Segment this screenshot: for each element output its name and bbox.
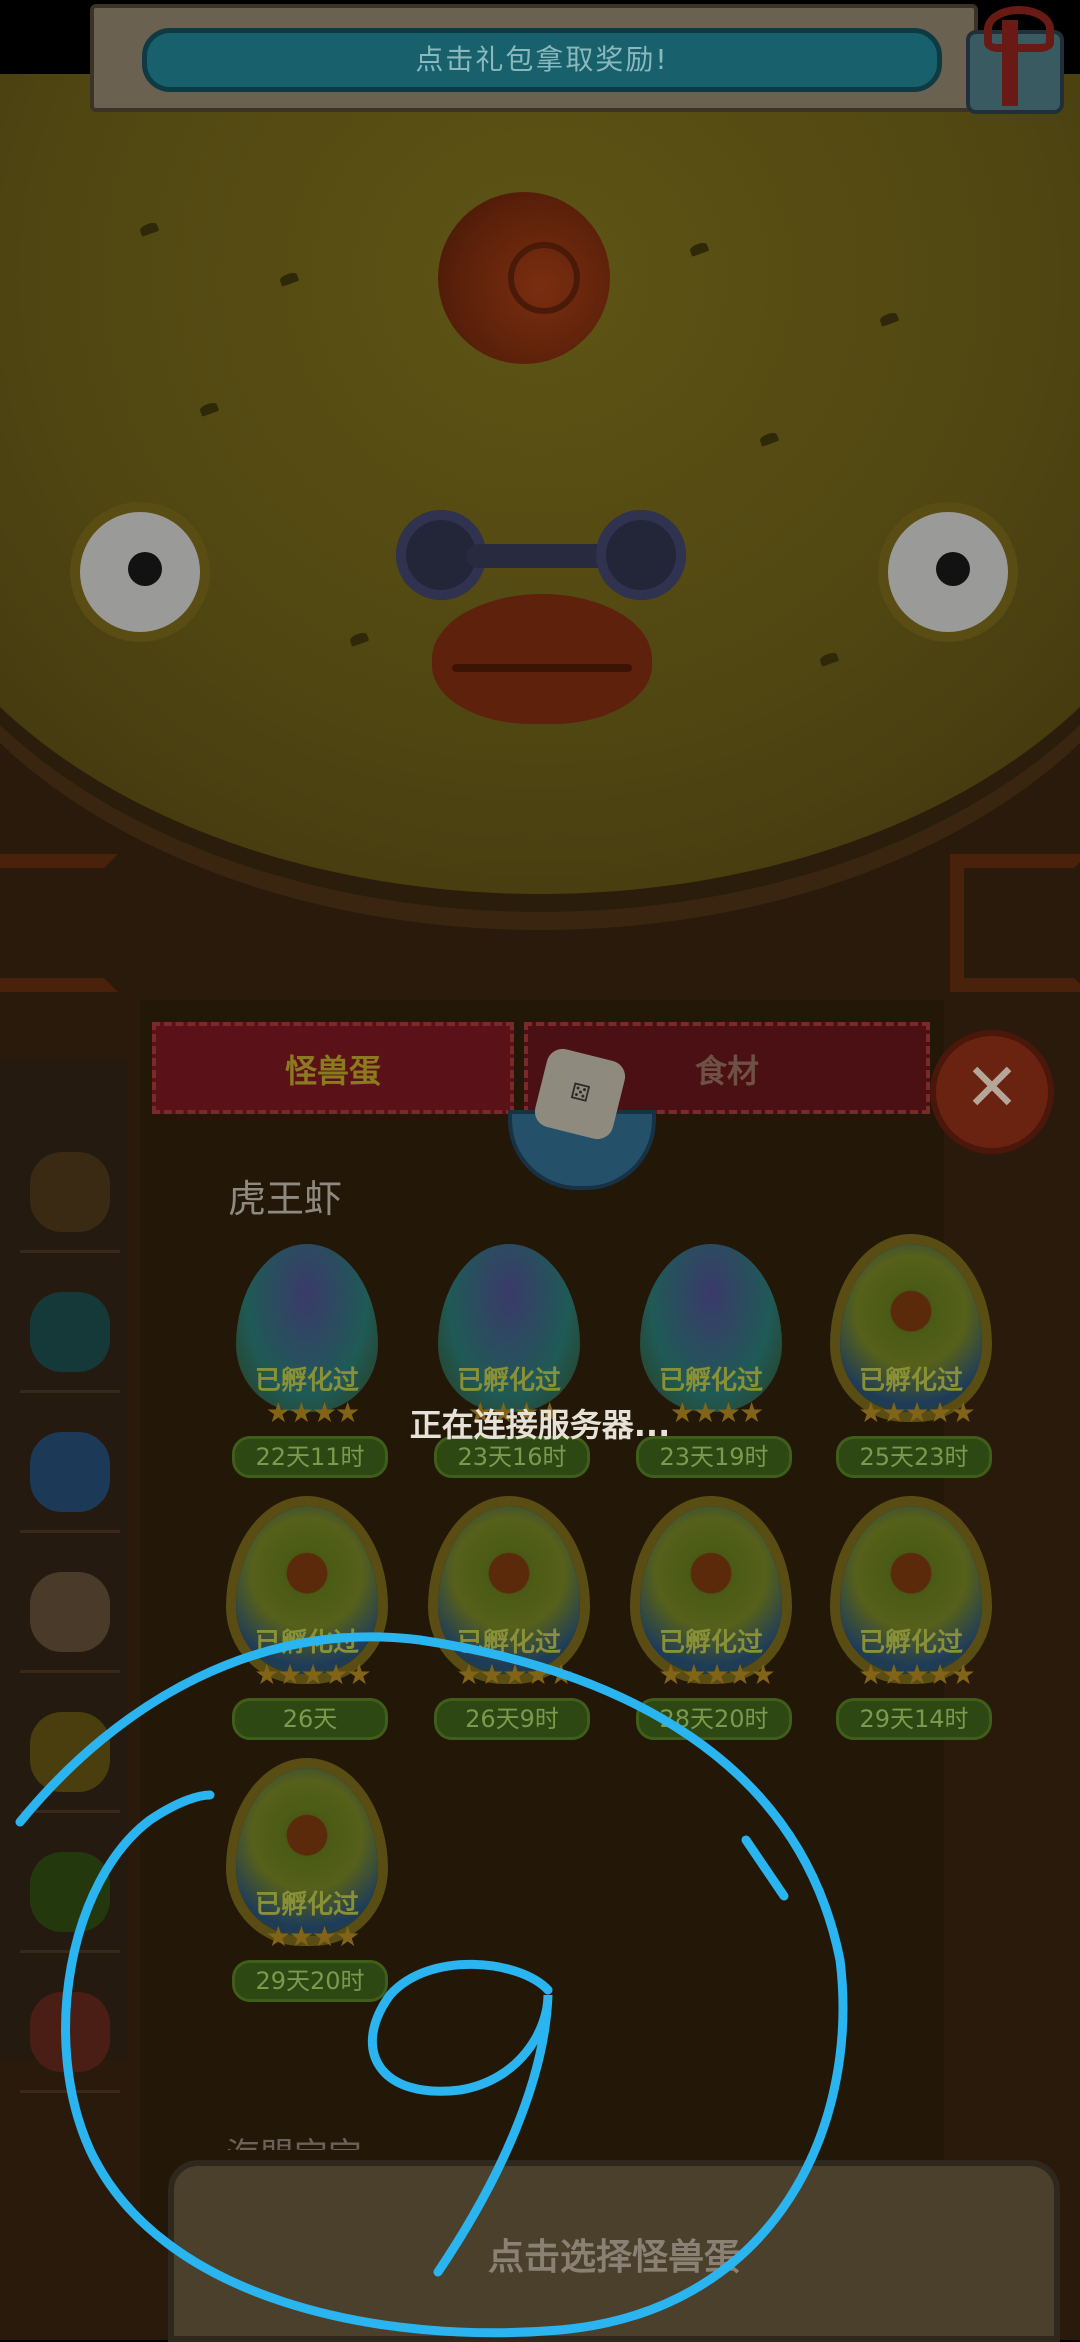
tab-ingredients-label: 食材	[694, 1052, 759, 1090]
egg-timer: 28天20时	[636, 1698, 792, 1740]
reward-banner-label: 点击礼包拿取奖励!	[142, 28, 942, 92]
wall-ornament	[950, 854, 1080, 992]
pupil	[936, 552, 970, 586]
tab-monster-eggs-label: 怪兽蛋	[284, 1052, 381, 1090]
egg-timer: 29天14时	[836, 1698, 992, 1740]
select-egg-bar[interactable]: 点击选择怪兽蛋	[168, 2160, 1060, 2342]
sidebar-item-tiger-shrimp[interactable]	[20, 1140, 120, 1253]
egg-status-label: 已孵化过	[456, 1628, 561, 1658]
crab-icon	[30, 1432, 110, 1512]
monster-left-eye	[80, 512, 200, 632]
loading-message: 正在连接服务器...	[409, 1406, 671, 1444]
crocodile-icon	[30, 1852, 110, 1932]
egg-star-rating: ★★★★★	[858, 1658, 976, 1691]
egg-timer: 29天20时	[232, 1960, 388, 2002]
goggle-lens	[596, 510, 686, 600]
gift-bow	[984, 6, 1054, 52]
dice-bowl[interactable]: ⚄	[498, 1045, 658, 1190]
egg-timer: 25天23时	[836, 1436, 992, 1478]
select-egg-label: 点击选择怪兽蛋	[487, 2237, 740, 2278]
egg-timer: 26天9时	[434, 1698, 590, 1740]
egg-status-label: 已孵化过	[254, 1890, 359, 1920]
egg-status-label: 已孵化过	[254, 1366, 359, 1396]
egg-star-rating: ★★★★★	[858, 1396, 976, 1429]
egg-status-label: 已孵化过	[456, 1366, 561, 1396]
egg-status-label: 已孵化过	[858, 1366, 963, 1396]
monster-beak	[432, 594, 652, 724]
section-title: 虎王虾	[228, 1177, 343, 1221]
reward-banner[interactable]: 点击礼包拿取奖励!	[90, 4, 978, 112]
goggle-bridge	[466, 544, 616, 568]
close-icon: ✕	[964, 1049, 1020, 1126]
egg-star-rating: ★★★★★	[658, 1658, 776, 1691]
egg-card[interactable]: 已孵化过 ★★★★★ 25天23时	[826, 1244, 1006, 1478]
sidebar-item-crocodile[interactable]	[20, 1840, 120, 1953]
creature-sidebar[interactable]	[0, 1060, 128, 2093]
egg-timer: 26天	[232, 1698, 388, 1740]
sidebar-item-walrus[interactable]	[20, 1560, 120, 1673]
egg-card[interactable]: 已孵化过 ★★★★★ 26天	[222, 1506, 402, 1740]
sidebar-item-parrot[interactable]	[20, 1980, 120, 2093]
banana-creature-icon	[30, 1712, 110, 1792]
next-section-title: 海盟宝宝	[226, 2128, 362, 2150]
egg-status-label: 已孵化过	[658, 1366, 763, 1396]
sidebar-item-sea-urchin[interactable]	[20, 1280, 120, 1393]
monster-right-eye	[888, 512, 1008, 632]
sea-urchin-icon	[30, 1292, 110, 1372]
egg-card[interactable]: 已孵化过 ★★★★★ 26天9时	[424, 1506, 604, 1740]
egg-star-rating: ★★★★★	[456, 1658, 574, 1691]
tab-monster-eggs[interactable]: 怪兽蛋	[152, 1022, 514, 1114]
egg-card[interactable]: 已孵化过 ★★★★ 29天20时	[222, 1768, 402, 2002]
monster-horn	[438, 192, 610, 364]
walrus-icon	[30, 1572, 110, 1652]
sidebar-item-banana[interactable]	[20, 1700, 120, 1813]
parrot-icon	[30, 1992, 110, 2072]
egg-star-rating: ★★★★	[265, 1920, 360, 1953]
sidebar-item-crab[interactable]	[20, 1420, 120, 1533]
egg-card[interactable]: 已孵化过 ★★★★★ 28天20时	[626, 1506, 806, 1740]
egg-status-label: 已孵化过	[254, 1628, 359, 1658]
close-button[interactable]: ✕	[930, 1030, 1054, 1154]
egg-card[interactable]: 已孵化过 ★★★★★ 29天14时	[826, 1506, 1006, 1740]
egg-status-label: 已孵化过	[858, 1628, 963, 1658]
egg-status-label: 已孵化过	[658, 1628, 763, 1658]
egg-star-rating: ★★★★★	[254, 1658, 372, 1691]
wall-ornament	[0, 854, 118, 992]
pupil	[128, 552, 162, 586]
tiger-shrimp-icon	[30, 1152, 110, 1232]
gift-box-icon[interactable]	[956, 0, 1066, 114]
